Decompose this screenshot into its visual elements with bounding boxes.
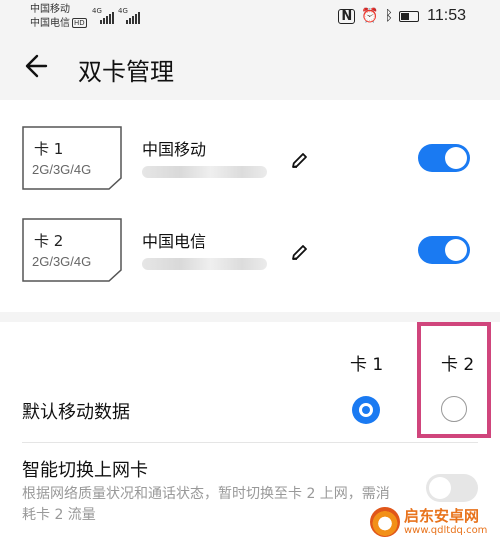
divider bbox=[22, 442, 478, 443]
battery-icon bbox=[399, 10, 420, 22]
alarm-icon: ⏰ bbox=[361, 8, 379, 24]
sim-1-slot: 卡 1 bbox=[34, 140, 64, 158]
bluetooth-icon: ᛒ bbox=[384, 8, 394, 24]
page-title: 双卡管理 bbox=[78, 58, 174, 86]
smart-switch-description: 根据网络质量状况和通话状态，暂时切换至卡 2 上网，需消耗卡 2 流量 bbox=[22, 486, 390, 523]
clock: 11:53 bbox=[427, 7, 466, 24]
column-header-card-1: 卡 1 bbox=[350, 355, 384, 375]
carrier-1-label: 中国移动 bbox=[30, 4, 70, 15]
carrier-2-label: 中国电信 HD bbox=[30, 18, 87, 29]
smart-switch-title: 智能切换上网卡 bbox=[22, 460, 148, 481]
sim-2-toggle[interactable] bbox=[418, 236, 470, 264]
sim-2-operator: 中国电信 bbox=[142, 232, 207, 251]
sim-1-toggle[interactable] bbox=[418, 144, 470, 172]
sim-card-2-icon: 卡 2 2G/3G/4G bbox=[22, 218, 122, 282]
sim-2-network: 2G/3G/4G bbox=[32, 254, 92, 269]
status-icons: N ⏰ ᛒ 11:53 bbox=[338, 7, 466, 25]
smart-switch-toggle[interactable] bbox=[426, 474, 478, 502]
sim-2-number-blurred bbox=[142, 258, 267, 270]
status-bar: 中国移动 中国电信 HD 4G 4G N ⏰ ᛒ 11:53 bbox=[0, 0, 500, 36]
sim-card-1-icon: 卡 1 2G/3G/4G bbox=[22, 126, 122, 190]
signal-1-icon: 4G bbox=[92, 7, 114, 24]
nfc-icon: N bbox=[338, 8, 356, 24]
watermark-url: www.qdltdq.com bbox=[404, 525, 488, 536]
watermark-logo-icon bbox=[370, 507, 400, 537]
default-data-card-1-radio[interactable] bbox=[352, 396, 380, 424]
edit-sim-1-icon[interactable] bbox=[290, 150, 310, 170]
signal-2-icon: 4G bbox=[118, 7, 142, 24]
edit-sim-2-icon[interactable] bbox=[290, 242, 310, 262]
site-watermark: 启东安卓网 www.qdltdq.com bbox=[370, 505, 496, 541]
hd-badge: HD bbox=[72, 18, 87, 28]
sim-2-slot: 卡 2 bbox=[34, 232, 64, 250]
highlight-box bbox=[417, 322, 491, 438]
watermark-name: 启东安卓网 bbox=[404, 507, 480, 525]
sim-1-operator: 中国移动 bbox=[142, 140, 207, 159]
sim-1-number-blurred bbox=[142, 166, 267, 178]
sim-1-network: 2G/3G/4G bbox=[32, 162, 92, 177]
sim-card-panel: 卡 1 2G/3G/4G 中国移动 卡 2 2G/3G/4G 中国电信 bbox=[0, 100, 500, 312]
default-mobile-data-label: 默认移动数据 bbox=[22, 402, 130, 423]
back-arrow-icon[interactable] bbox=[22, 50, 54, 82]
